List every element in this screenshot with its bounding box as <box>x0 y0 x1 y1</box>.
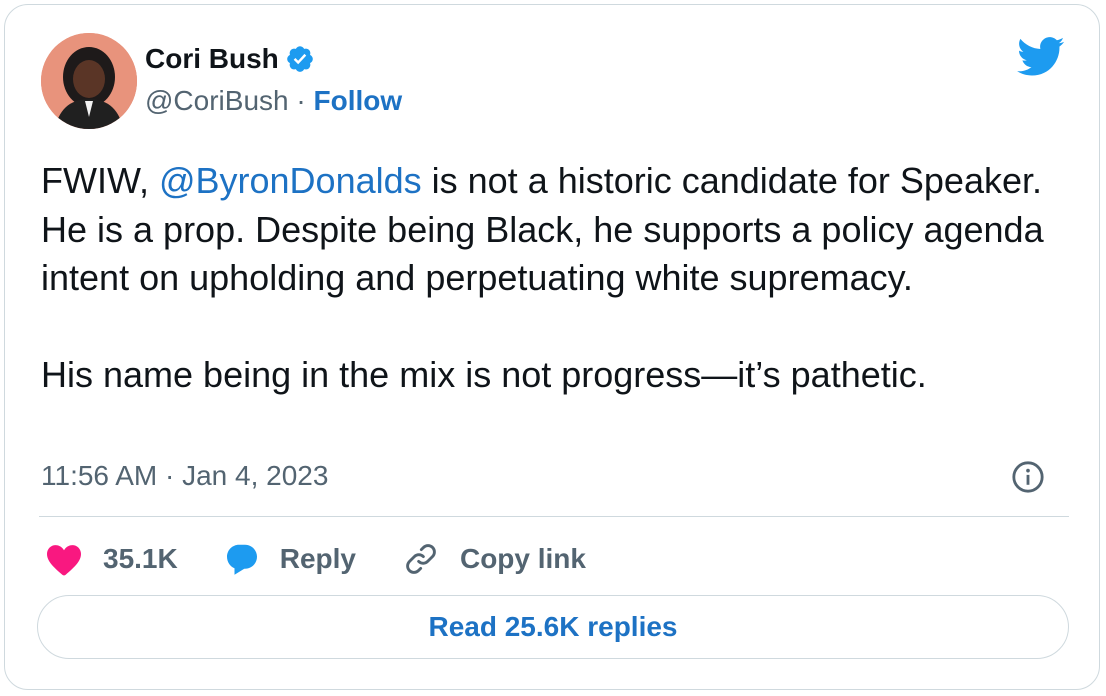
link-icon <box>406 544 436 574</box>
avatar-portrait <box>41 33 137 129</box>
follow-button[interactable]: Follow <box>313 85 402 116</box>
divider <box>39 516 1069 517</box>
handle-separator: · <box>288 85 314 116</box>
copy-link-button[interactable]: Copy link <box>402 540 586 578</box>
author-handle[interactable]: @CoriBush <box>145 85 289 116</box>
reply-button[interactable]: Reply <box>224 542 356 576</box>
twitter-bird-icon[interactable] <box>1017 37 1065 77</box>
like-count: 35.1K <box>103 543 178 574</box>
author-name-row: Cori Bush <box>145 43 315 75</box>
tweet-text-lead: FWIW, <box>41 160 159 201</box>
read-replies-button[interactable]: Read 25.6K replies <box>37 595 1069 659</box>
heart-icon <box>47 545 81 576</box>
info-icon[interactable] <box>1011 460 1045 494</box>
like-button[interactable]: 35.1K <box>45 542 178 576</box>
reply-bubble-icon <box>226 544 257 575</box>
verified-badge-icon <box>286 46 313 72</box>
action-bar: 35.1K Reply Copy link <box>45 537 632 581</box>
tweet-card: Cori Bush @CoriBush · Follow FWIW, @Byro… <box>4 4 1100 690</box>
author-name[interactable]: Cori Bush <box>145 43 279 75</box>
copy-link-label: Copy link <box>459 543 586 574</box>
mention-link[interactable]: @ByronDonalds <box>159 160 422 201</box>
tweet-timestamp[interactable]: 11:56 AM · Jan 4, 2023 <box>41 460 328 492</box>
reply-label: Reply <box>279 543 356 574</box>
tweet-text: FWIW, @ByronDonalds is not a historic ca… <box>41 157 1071 400</box>
avatar[interactable] <box>41 33 137 129</box>
author-handle-row: @CoriBush · Follow <box>145 85 402 117</box>
